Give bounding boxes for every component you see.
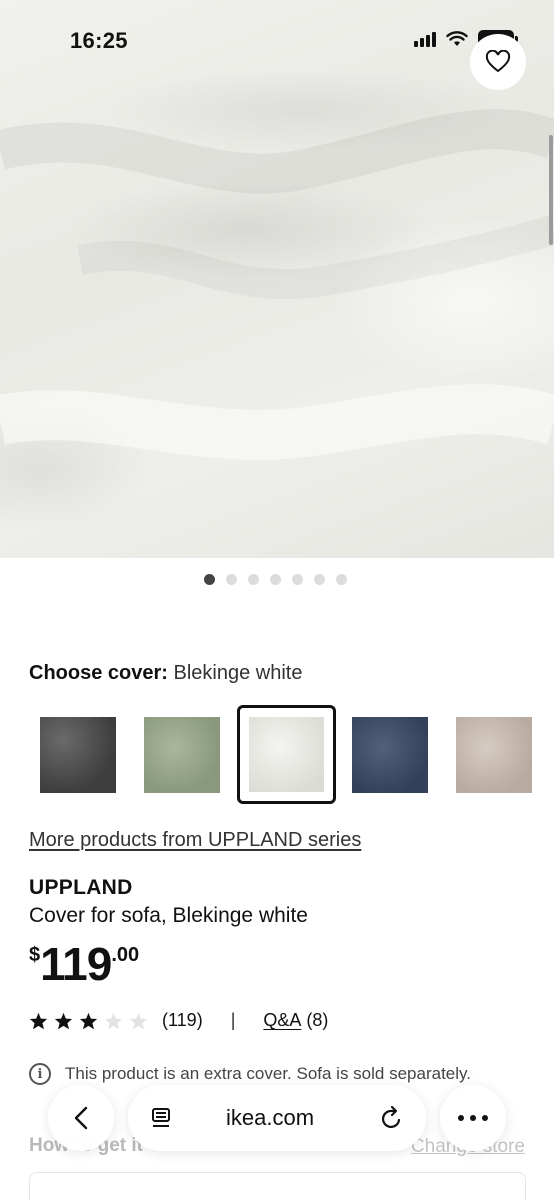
cover-selection-label: Choose cover: Blekinge white <box>29 662 302 685</box>
rating-separator: | <box>230 1010 236 1030</box>
star-empty-icon <box>104 1012 123 1029</box>
more-options-button[interactable] <box>440 1085 506 1151</box>
product-image[interactable] <box>0 0 554 558</box>
star-rating[interactable] <box>29 1012 148 1030</box>
qa-link[interactable]: Q&A <box>263 1010 301 1031</box>
scrollbar[interactable] <box>549 135 553 245</box>
review-count[interactable]: (119) <box>162 1010 203 1031</box>
more-icon <box>458 1115 488 1121</box>
product-price: $ 119 .00 <box>29 936 139 992</box>
swatch-dark-grey[interactable] <box>40 717 116 793</box>
cellular-signal-icon <box>414 31 436 47</box>
price-decimal: .00 <box>111 944 140 966</box>
favourite-button[interactable] <box>470 34 526 90</box>
star-filled-icon <box>29 1012 48 1029</box>
product-brand: UPPLAND <box>29 876 133 899</box>
swatch-white-selected[interactable] <box>237 705 336 804</box>
url-text[interactable]: ikea.com <box>226 1105 314 1131</box>
wifi-icon <box>446 31 468 46</box>
carousel-dot[interactable] <box>336 574 347 585</box>
status-time: 16:25 <box>70 28 128 53</box>
selected-cover-name: Blekinge white <box>173 662 303 684</box>
product-description: Cover for sofa, Blekinge white <box>29 904 308 927</box>
qa-count: (8) <box>306 1010 329 1030</box>
star-filled-icon <box>54 1012 73 1029</box>
swatch-white <box>249 717 324 792</box>
carousel-dot[interactable] <box>314 574 325 585</box>
info-text: This product is an extra cover. Sofa is … <box>65 1064 471 1083</box>
carousel-dot[interactable] <box>226 574 237 585</box>
reload-icon[interactable] <box>380 1105 404 1131</box>
series-link[interactable]: More products from UPPLAND series <box>29 829 361 852</box>
info-icon: i <box>29 1063 51 1085</box>
image-carousel-indicator <box>0 574 554 585</box>
heart-icon <box>485 50 511 73</box>
fabric-folds <box>0 109 554 460</box>
swatch-beige[interactable] <box>456 717 532 793</box>
carousel-dot[interactable] <box>204 574 215 585</box>
price-currency: $ <box>29 944 41 966</box>
rating-row: (119) | Q&A (8) <box>29 1010 328 1031</box>
star-filled-icon <box>79 1012 98 1029</box>
chevron-left-icon <box>74 1106 88 1130</box>
cover-swatches <box>0 705 554 805</box>
browser-toolbar: ikea.com <box>48 1085 506 1151</box>
carousel-dot[interactable] <box>248 574 259 585</box>
carousel-dot[interactable] <box>292 574 303 585</box>
delivery-card <box>29 1172 526 1200</box>
address-bar[interactable]: ikea.com <box>128 1085 426 1151</box>
swatch-light-green[interactable] <box>144 717 220 793</box>
price-integer: 119 <box>40 938 112 990</box>
swatch-blue[interactable] <box>352 717 428 793</box>
choose-cover-label: Choose cover: <box>29 662 168 684</box>
reader-mode-icon[interactable] <box>150 1107 172 1129</box>
carousel-dot[interactable] <box>270 574 281 585</box>
info-notice: i This product is an extra cover. Sofa i… <box>29 1063 471 1085</box>
back-button[interactable] <box>48 1085 114 1151</box>
star-empty-icon <box>129 1012 148 1029</box>
